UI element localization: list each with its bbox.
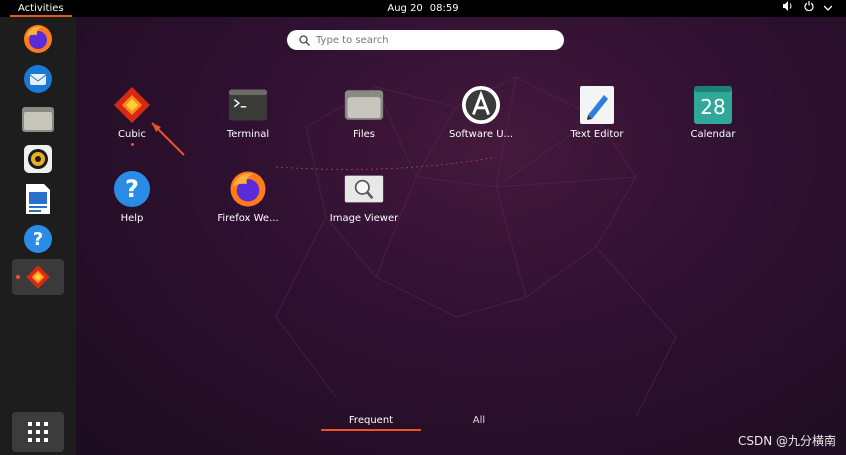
svg-text:?: ? xyxy=(125,175,139,203)
help-icon: ? xyxy=(24,225,52,253)
app-overview: Cubic Terminal Files Software U... xyxy=(76,17,846,455)
top-bar: Activities Aug 20 08:59 xyxy=(0,0,846,17)
app-terminal[interactable]: Terminal xyxy=(198,85,298,140)
app-firefox[interactable]: Firefox We... xyxy=(198,169,298,224)
folder-icon xyxy=(344,90,384,120)
dock: ? xyxy=(0,17,76,455)
cubic-icon xyxy=(26,265,50,289)
cubic-icon xyxy=(114,87,150,123)
app-cubic[interactable]: Cubic xyxy=(82,85,182,146)
text-editor-icon xyxy=(580,86,614,124)
thunderbird-icon xyxy=(24,65,52,93)
power-icon xyxy=(804,0,814,17)
dock-item-thunderbird[interactable] xyxy=(12,61,64,97)
app-label: Terminal xyxy=(226,129,270,140)
show-applications-button[interactable] xyxy=(12,412,64,452)
app-calendar[interactable]: 28 Calendar xyxy=(663,85,763,140)
watermark: CSDN @九分横南 xyxy=(737,434,836,448)
dock-item-files[interactable] xyxy=(12,101,64,137)
search-icon xyxy=(299,34,310,46)
tab-all[interactable]: All xyxy=(429,415,529,431)
terminal-icon xyxy=(228,89,268,121)
app-help[interactable]: ? Help xyxy=(82,169,182,224)
volume-icon xyxy=(783,0,794,17)
app-software[interactable]: Software U... xyxy=(431,85,531,140)
overview-tabs: Frequent All xyxy=(321,415,529,431)
tab-frequent[interactable]: Frequent xyxy=(321,415,421,431)
running-indicator xyxy=(130,143,134,146)
app-label: Text Editor xyxy=(570,129,624,140)
app-label: Image Viewer xyxy=(329,213,399,224)
clock[interactable]: Aug 20 08:59 xyxy=(0,0,846,17)
app-label: Software U... xyxy=(448,129,514,140)
rhythmbox-icon xyxy=(24,145,52,173)
svg-text:?: ? xyxy=(33,229,43,250)
firefox-icon xyxy=(230,171,266,207)
folder-icon xyxy=(22,107,54,132)
app-files[interactable]: Files xyxy=(314,85,414,140)
app-text-editor[interactable]: Text Editor xyxy=(547,85,647,140)
running-indicator xyxy=(16,275,20,279)
app-label: Calendar xyxy=(690,129,736,140)
app-label: Files xyxy=(353,129,375,140)
search-input[interactable] xyxy=(316,34,536,46)
clock-date: Aug 20 xyxy=(387,3,423,14)
app-label: Cubic xyxy=(118,129,146,140)
dock-item-cubic[interactable] xyxy=(12,259,64,295)
search-bar[interactable] xyxy=(287,30,564,50)
firefox-icon xyxy=(24,25,52,53)
dock-item-rhythmbox[interactable] xyxy=(12,141,64,177)
help-icon: ? xyxy=(114,171,150,207)
dock-item-writer[interactable] xyxy=(12,181,64,217)
clock-time: 08:59 xyxy=(429,3,459,14)
dock-item-help[interactable]: ? xyxy=(12,221,64,257)
app-image-viewer[interactable]: Image Viewer xyxy=(314,169,414,224)
app-label: Firefox We... xyxy=(217,213,279,224)
chevron-down-icon xyxy=(823,0,833,17)
software-icon xyxy=(461,85,501,125)
wallpaper-pattern xyxy=(151,76,677,418)
writer-icon xyxy=(26,184,50,214)
image-viewer-icon xyxy=(344,175,384,203)
app-label: Help xyxy=(120,213,144,224)
dock-item-firefox[interactable] xyxy=(12,21,64,57)
app-grid-icon xyxy=(28,422,48,442)
calendar-day: 28 xyxy=(700,95,726,119)
system-tray[interactable] xyxy=(783,0,833,17)
